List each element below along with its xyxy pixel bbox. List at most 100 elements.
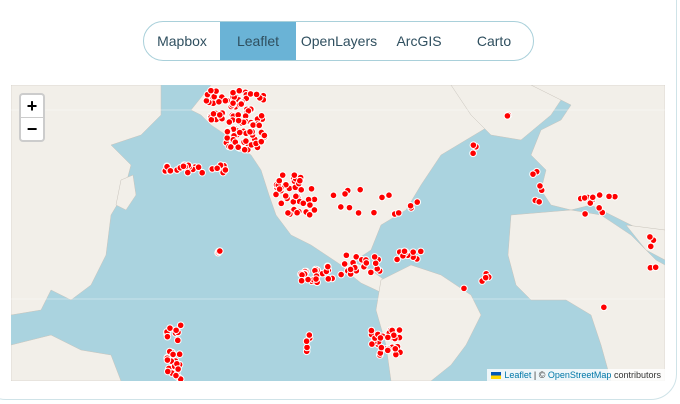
earthquake-marker[interactable] [346, 265, 355, 274]
earthquake-marker[interactable] [166, 324, 174, 332]
earthquake-marker[interactable] [213, 164, 221, 173]
earthquake-marker[interactable] [229, 88, 237, 97]
earthquake-marker[interactable] [345, 203, 354, 212]
earthquake-marker[interactable] [595, 191, 604, 199]
earthquake-marker[interactable] [535, 198, 543, 206]
earthquake-marker[interactable] [292, 192, 300, 201]
earthquake-marker[interactable] [209, 109, 218, 118]
earthquake-marker[interactable] [275, 176, 284, 185]
earthquake-marker[interactable] [581, 210, 589, 218]
earthquake-marker[interactable] [202, 96, 211, 105]
zoom-out-button[interactable]: − [21, 117, 43, 140]
tab-leaflet[interactable]: Leaflet [220, 22, 296, 60]
earthquake-marker[interactable] [416, 247, 425, 256]
earthquake-marker[interactable] [370, 208, 378, 217]
earthquake-marker[interactable] [163, 332, 172, 341]
earthquake-marker[interactable] [237, 100, 246, 108]
osm-link[interactable]: OpenStreetMap [548, 370, 612, 380]
earthquake-marker[interactable] [324, 275, 333, 283]
earthquake-marker[interactable] [529, 170, 537, 178]
earthquake-marker[interactable] [312, 275, 320, 283]
earthquake-marker[interactable] [305, 331, 314, 339]
earthquake-marker[interactable] [469, 149, 477, 158]
earthquake-marker[interactable] [163, 356, 172, 364]
earthquake-marker[interactable] [595, 204, 603, 212]
earthquake-marker[interactable] [221, 166, 230, 174]
earthquake-marker[interactable] [367, 326, 376, 335]
earthquake-marker[interactable] [215, 111, 224, 119]
earthquake-marker[interactable] [234, 116, 243, 125]
earthquake-marker[interactable] [215, 98, 223, 106]
earthquake-marker[interactable] [290, 171, 299, 179]
earthquake-marker[interactable] [246, 128, 254, 136]
earthquake-marker[interactable] [249, 121, 257, 129]
earthquake-marker[interactable] [341, 190, 349, 198]
earthquake-marker[interactable] [174, 365, 182, 373]
earthquake-marker[interactable] [234, 143, 243, 152]
earthquake-marker[interactable] [281, 192, 290, 200]
earthquake-marker[interactable] [481, 273, 490, 282]
earthquake-marker[interactable] [303, 343, 311, 352]
earthquake-marker[interactable] [588, 193, 597, 202]
earthquake-marker[interactable] [367, 268, 375, 277]
earthquake-marker[interactable] [216, 247, 224, 255]
earthquake-marker[interactable] [651, 263, 660, 272]
earthquake-marker[interactable] [173, 336, 182, 345]
earthquake-marker[interactable] [275, 185, 284, 193]
earthquake-marker[interactable] [356, 185, 364, 194]
tab-carto[interactable]: Carto [456, 22, 532, 60]
tab-arcgis[interactable]: ArcGIS [382, 22, 456, 60]
earthquake-marker[interactable] [469, 141, 478, 149]
earthquake-marker[interactable] [260, 131, 269, 140]
tab-openlayers[interactable]: OpenLayers [296, 22, 382, 60]
earthquake-marker[interactable] [240, 145, 249, 154]
earthquake-marker[interactable] [362, 259, 371, 267]
earthquake-marker[interactable] [395, 326, 404, 334]
earthquake-marker[interactable] [400, 247, 409, 256]
earthquake-marker[interactable] [235, 86, 244, 95]
earthquake-marker[interactable] [252, 90, 261, 99]
earthquake-marker[interactable] [163, 367, 172, 376]
earthquake-marker[interactable] [324, 262, 332, 271]
earthquake-marker[interactable] [296, 176, 304, 185]
zoom-in-button[interactable]: + [21, 95, 43, 117]
earthquake-marker[interactable] [223, 134, 231, 142]
earthquake-marker[interactable] [600, 303, 608, 312]
earthquake-marker[interactable] [409, 248, 417, 256]
leaflet-link[interactable]: Leaflet [504, 370, 531, 380]
earthquake-marker[interactable] [646, 242, 655, 251]
earthquake-marker[interactable] [255, 121, 264, 130]
earthquake-marker[interactable] [175, 350, 184, 359]
tab-mapbox[interactable]: Mapbox [144, 22, 220, 60]
earthquake-marker[interactable] [370, 253, 379, 261]
earthquake-marker[interactable] [179, 162, 188, 171]
earthquake-marker[interactable] [384, 333, 392, 342]
earthquake-marker[interactable] [413, 198, 422, 206]
earthquake-marker[interactable] [229, 99, 237, 107]
earthquake-marker[interactable] [378, 193, 386, 202]
earthquake-marker[interactable] [172, 326, 180, 335]
earthquake-marker[interactable] [172, 371, 180, 380]
earthquake-marker[interactable] [297, 276, 306, 285]
earthquake-marker[interactable] [337, 203, 345, 211]
earthquake-marker[interactable] [342, 251, 351, 260]
earthquake-marker[interactable] [306, 201, 314, 209]
earthquake-marker[interactable] [383, 346, 392, 355]
earthquake-marker[interactable] [299, 199, 308, 208]
earthquake-marker[interactable] [391, 344, 400, 353]
earthquake-marker[interactable] [223, 127, 232, 136]
earthquake-marker[interactable] [580, 194, 589, 202]
earthquake-marker[interactable] [503, 112, 512, 120]
earthquake-marker[interactable] [257, 112, 266, 120]
earthquake-marker[interactable] [183, 168, 192, 177]
earthquake-marker[interactable] [329, 191, 338, 200]
earthquake-marker[interactable] [277, 199, 286, 208]
earthquake-marker[interactable] [646, 233, 654, 241]
earthquake-marker[interactable] [284, 209, 292, 217]
earthquake-marker[interactable] [460, 284, 468, 293]
earthquake-marker[interactable] [354, 209, 363, 217]
earthquake-marker[interactable] [207, 86, 215, 95]
earthquake-marker[interactable] [305, 210, 314, 219]
earthquake-marker[interactable] [307, 184, 316, 193]
earthquake-marker[interactable] [221, 96, 230, 105]
